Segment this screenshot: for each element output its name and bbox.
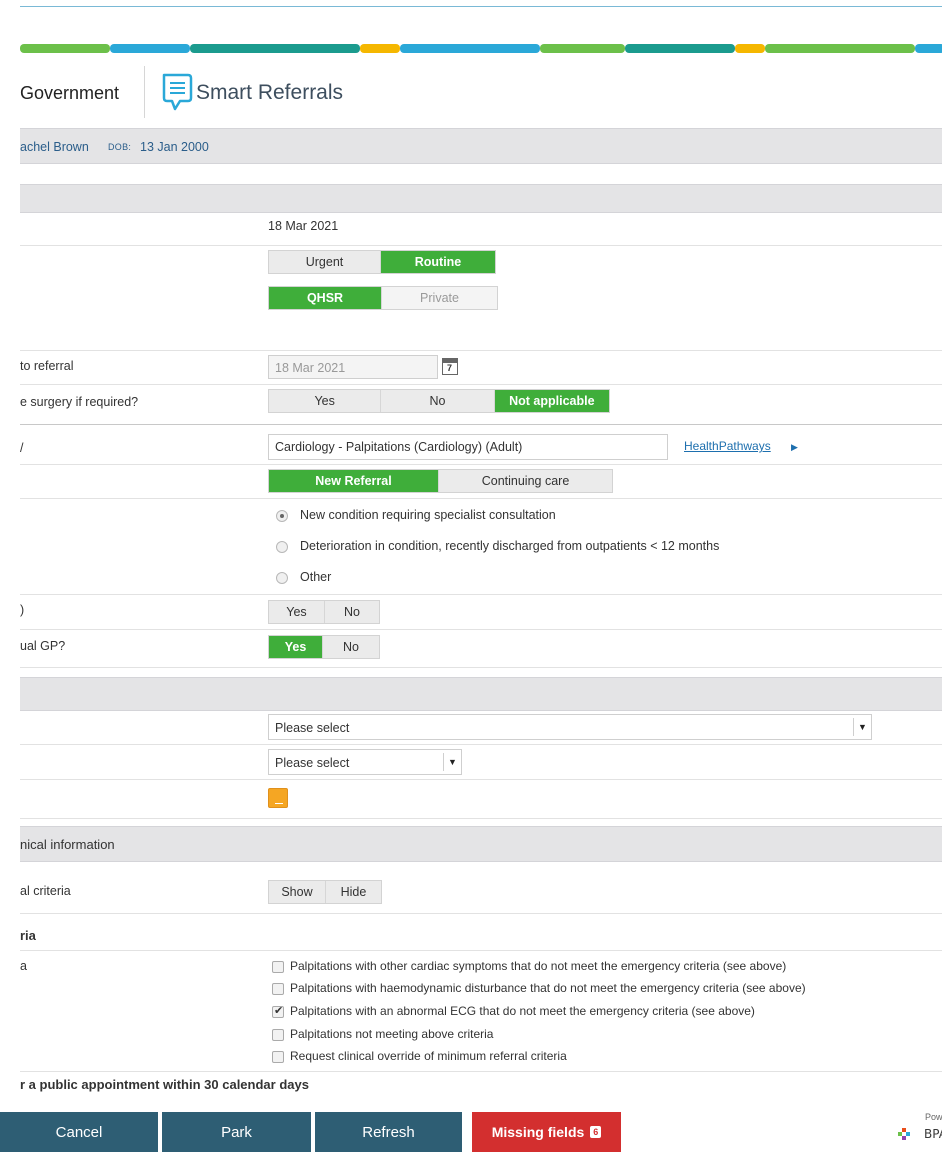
healthpathways-link[interactable]: HealthPathways	[684, 439, 771, 453]
criteria-label: al criteria	[20, 884, 71, 898]
bpac-label: BPAC	[924, 1127, 942, 1141]
brand-stripe	[20, 44, 942, 53]
row-divider	[20, 779, 942, 780]
government-label: Government	[20, 83, 120, 103]
surgery-not-applicable-option[interactable]: Not applicable	[494, 390, 609, 412]
urgency-toggle: Urgent Routine	[268, 250, 496, 274]
private-option[interactable]: Private	[382, 287, 497, 309]
row-divider	[20, 498, 942, 499]
criteria-checkbox-1[interactable]	[272, 961, 284, 973]
dropdown-arrow-icon[interactable]: ▼	[853, 718, 871, 736]
surgery-question-label: e surgery if required?	[20, 395, 139, 409]
criteria-checkbox-2[interactable]	[272, 983, 284, 995]
criteria-show-option[interactable]: Show	[269, 881, 326, 903]
calendar-icon[interactable]: 7	[442, 358, 458, 375]
clinical-info-section-header: nical information	[20, 826, 942, 862]
missing-fields-count-badge: 6	[590, 1126, 602, 1138]
usual-gp-question-label: ual GP?	[20, 639, 66, 653]
referral-date-input[interactable]: 18 Mar 2021	[268, 355, 438, 379]
reason-radio-new-condition[interactable]	[276, 510, 288, 522]
reason-label-new-condition: New condition requiring specialist consu…	[300, 508, 556, 522]
row-divider	[20, 384, 942, 385]
funding-toggle: QHSR Private	[268, 286, 498, 310]
row-divider	[20, 950, 942, 951]
criteria-checkbox-4[interactable]	[272, 1029, 284, 1041]
reason-label-other: Other	[300, 570, 332, 584]
specialty-input[interactable]: Cardiology - Palpitations (Cardiology) (…	[268, 434, 668, 460]
question-1-toggle: Yes No	[268, 600, 380, 624]
referral-type-toggle: New Referral Continuing care	[268, 469, 613, 493]
secondary-select-value: Please select	[275, 756, 350, 770]
criteria-label-3: Palpitations with an abnormal ECG that d…	[290, 1004, 755, 1018]
criteria-checkbox-5[interactable]	[272, 1051, 284, 1063]
criteria-label-2: Palpitations with haemodynamic disturban…	[290, 981, 806, 995]
row-divider	[20, 464, 942, 465]
smart-referrals-logo-icon	[162, 73, 193, 111]
patient-dob: 13 Jan 2000	[140, 140, 209, 154]
play-arrow-icon: ▶	[791, 442, 798, 452]
reason-radio-other[interactable]	[276, 572, 288, 584]
clinical-info-title: nical information	[20, 837, 115, 852]
row-divider	[20, 594, 942, 595]
app-title: Smart Referrals	[196, 81, 344, 104]
row-divider	[20, 424, 942, 425]
continuing-care-option[interactable]: Continuing care	[439, 470, 612, 492]
provider-select[interactable]: Please select ▼	[268, 714, 872, 740]
question-1-yes-option[interactable]: Yes	[269, 601, 325, 623]
date-to-referral-label: to referral	[20, 359, 74, 373]
refresh-button[interactable]: Refresh	[315, 1112, 462, 1152]
referral-date-value: 18 Mar 2021	[268, 219, 339, 233]
usual-gp-yes-option[interactable]: Yes	[269, 636, 324, 658]
row-divider	[20, 818, 942, 819]
row-divider	[20, 245, 942, 246]
row-divider	[20, 1071, 942, 1072]
bpac-logo-icon	[898, 1128, 910, 1140]
top-divider	[20, 6, 942, 7]
missing-fields-button[interactable]: Missing fields 6	[472, 1112, 621, 1152]
new-referral-option[interactable]: New Referral	[269, 470, 440, 492]
criteria-hide-option[interactable]: Hide	[325, 881, 381, 903]
criteria-show-hide-toggle: Show Hide	[268, 880, 382, 904]
surgery-no-option[interactable]: No	[381, 390, 495, 412]
reason-radio-deterioration[interactable]	[276, 541, 288, 553]
dob-label: DOB:	[108, 142, 132, 152]
park-button[interactable]: Park	[162, 1112, 311, 1152]
criteria-checkbox-3[interactable]	[272, 1004, 284, 1018]
patient-banner: achel Brown DOB: 13 Jan 2000	[20, 128, 942, 164]
row-divider	[20, 350, 942, 351]
secondary-select[interactable]: Please select ▼	[268, 749, 462, 775]
routine-option[interactable]: Routine	[381, 251, 495, 273]
dropdown-arrow-icon[interactable]: ▼	[443, 753, 461, 771]
question-1-no-option[interactable]: No	[324, 601, 379, 623]
more-options-button[interactable]	[268, 788, 288, 808]
row-divider	[20, 629, 942, 630]
usual-gp-no-option[interactable]: No	[323, 636, 379, 658]
question-1-label: )	[20, 603, 25, 617]
surgery-toggle: Yes No Not applicable	[268, 389, 610, 413]
criteria-label-5: Request clinical override of minimum ref…	[290, 1049, 567, 1063]
header-divider	[144, 66, 145, 118]
qhsr-option[interactable]: QHSR	[269, 287, 383, 309]
reason-label-deterioration: Deterioration in condition, recently dis…	[300, 539, 720, 553]
row-divider	[20, 667, 942, 668]
cancel-button[interactable]: Cancel	[0, 1112, 158, 1152]
referral-form-page: Government Smart Referrals achel Brown D…	[0, 0, 942, 1152]
specialty-label: /	[20, 441, 24, 455]
urgent-option[interactable]: Urgent	[269, 251, 382, 273]
details-section-header	[20, 677, 942, 711]
missing-fields-label: Missing fields	[491, 1124, 585, 1140]
criteria-label-1: Palpitations with other cardiac symptoms…	[290, 959, 787, 973]
provider-select-value: Please select	[275, 721, 350, 735]
criteria-heading: ria	[20, 928, 36, 943]
row-divider	[20, 744, 942, 745]
surgery-yes-option[interactable]: Yes	[269, 390, 382, 412]
patient-name[interactable]: achel Brown	[20, 140, 89, 154]
powered-by-label: Powe	[925, 1112, 942, 1122]
criteria-label-4: Palpitations not meeting above criteria	[290, 1027, 494, 1041]
referral-section-header	[20, 184, 942, 213]
usual-gp-toggle: Yes No	[268, 635, 380, 659]
criteria-row-label: a	[20, 959, 27, 973]
row-divider	[20, 913, 942, 914]
appointment-note: r a public appointment within 30 calenda…	[20, 1077, 309, 1092]
